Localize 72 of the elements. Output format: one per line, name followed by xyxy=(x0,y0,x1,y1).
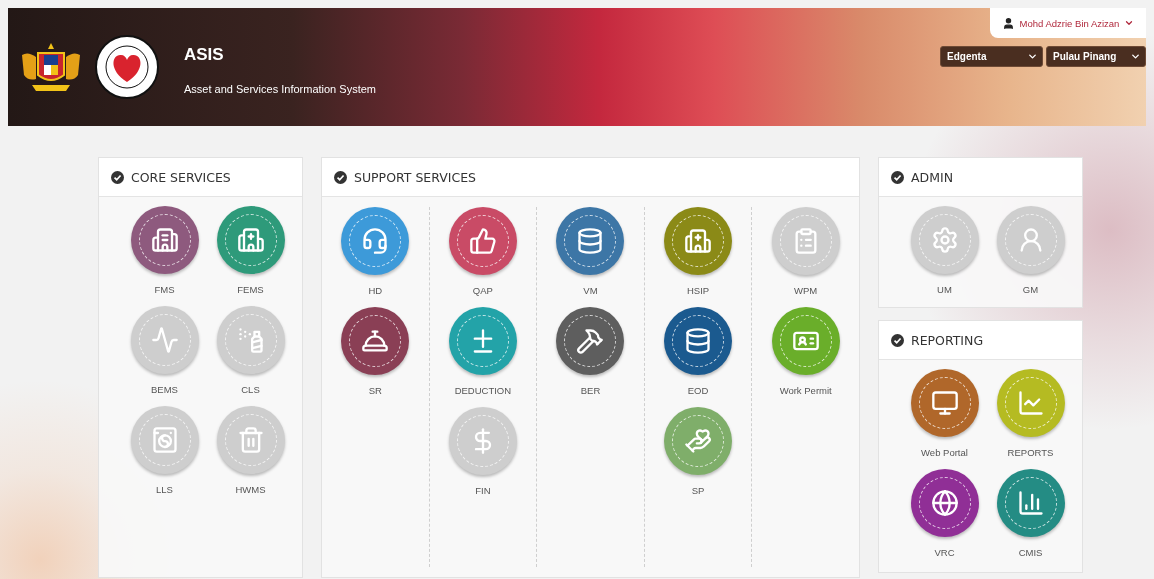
check-circle-icon xyxy=(891,170,904,184)
hammer-icon xyxy=(576,327,605,355)
pulse-icon xyxy=(150,326,179,354)
module-label: WPM xyxy=(794,285,818,296)
panel-title: ADMIN xyxy=(911,169,953,185)
module-label: FEMS xyxy=(237,284,264,295)
module-button[interactable] xyxy=(556,207,625,275)
module-label: HD xyxy=(368,285,383,296)
module-label: FMS xyxy=(154,284,175,295)
check-circle-icon xyxy=(111,170,124,184)
module-label: HWMS xyxy=(235,484,266,495)
database-icon xyxy=(684,327,713,355)
module-button[interactable] xyxy=(341,307,410,375)
user-icon xyxy=(1001,16,1015,30)
panel-title: REPORTING xyxy=(911,332,984,348)
module-button[interactable] xyxy=(664,207,733,275)
dropdown-select[interactable]: Pulau Pinang xyxy=(1046,46,1146,67)
module-label: DEDUCTION xyxy=(454,385,512,396)
hospital-icon xyxy=(684,227,713,255)
trash-icon xyxy=(236,426,265,454)
module-label: EOD xyxy=(687,385,709,396)
module-button[interactable] xyxy=(996,469,1065,537)
monitor-icon xyxy=(930,389,959,417)
module-button[interactable] xyxy=(130,206,199,274)
spray-can-icon xyxy=(236,326,265,354)
module-button[interactable] xyxy=(910,369,979,437)
module-label: UM xyxy=(937,284,952,295)
building-icon xyxy=(150,226,179,254)
bar-chart-icon xyxy=(1016,489,1045,517)
module-button[interactable] xyxy=(664,307,733,375)
module-label: VRC xyxy=(934,547,955,558)
module-label: VM xyxy=(583,285,598,296)
module-label: Web Portal xyxy=(921,447,968,458)
panel-title: CORE SERVICES xyxy=(131,169,231,185)
module-button[interactable] xyxy=(556,307,625,375)
module-button[interactable] xyxy=(448,207,517,275)
hospital-icon xyxy=(236,226,265,254)
app-title: ASIS xyxy=(184,45,225,65)
module-label: SR xyxy=(368,385,382,396)
module-label: HSIP xyxy=(687,285,710,296)
chevron-down-icon xyxy=(1130,51,1141,62)
module-label: Work Permit xyxy=(779,385,832,396)
user-menu-button[interactable]: Mohd Adzrie Bin Azizan xyxy=(990,8,1146,38)
module-label: REPORTS xyxy=(1007,447,1054,458)
module-label: BEMS xyxy=(151,384,178,395)
check-circle-icon xyxy=(891,333,904,347)
app-subtitle: Asset and Services Information System xyxy=(184,83,376,95)
dropdown-select[interactable]: Edgenta xyxy=(940,46,1043,67)
headset-icon xyxy=(361,227,390,255)
module-label: CMIS xyxy=(1018,547,1043,558)
module-label: LLS xyxy=(156,484,173,495)
chevron-down-icon xyxy=(1027,51,1038,62)
module-button[interactable] xyxy=(341,207,410,275)
module-label: QAP xyxy=(472,285,493,296)
gear-icon xyxy=(930,226,959,254)
check-circle-icon xyxy=(334,170,347,184)
hand-heart-icon xyxy=(684,427,713,455)
module-button[interactable] xyxy=(910,469,979,537)
module-label: SP xyxy=(691,485,705,496)
module-label: BER xyxy=(580,385,601,396)
module-button[interactable] xyxy=(216,206,285,274)
panel-title: SUPPORT SERVICES xyxy=(354,169,476,185)
module-label: CLS xyxy=(241,384,260,395)
line-chart-icon xyxy=(1016,389,1045,417)
module-label: GM xyxy=(1022,284,1039,295)
thumbs-up-icon xyxy=(468,227,497,255)
database-icon xyxy=(576,227,605,255)
globe-icon xyxy=(930,489,959,517)
heart-logo-icon xyxy=(94,34,160,100)
washing-machine-icon xyxy=(150,426,179,454)
module-label: FIN xyxy=(475,485,491,496)
caret-icon xyxy=(1124,18,1135,28)
